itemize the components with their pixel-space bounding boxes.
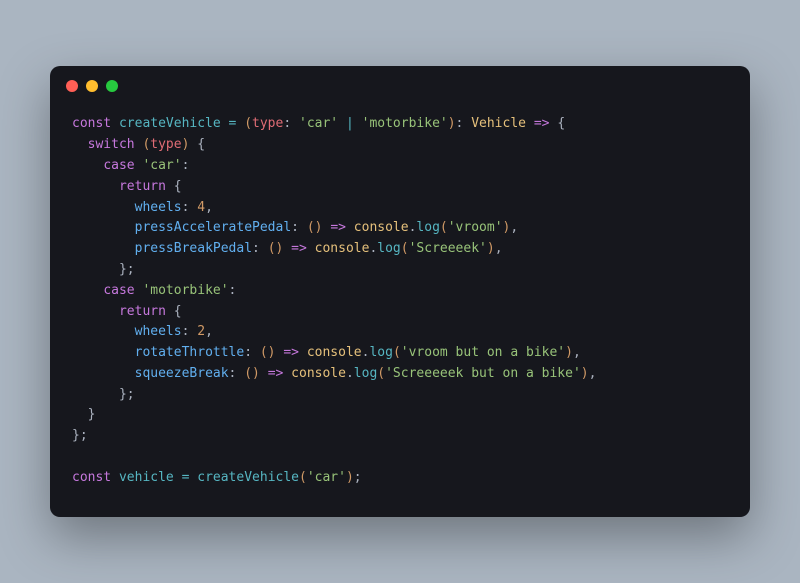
minimize-icon[interactable] xyxy=(86,80,98,92)
code-window: const createVehicle = (type: 'car' | 'mo… xyxy=(50,66,750,516)
function-call: createVehicle xyxy=(197,470,299,485)
colon: : xyxy=(182,200,190,215)
colon: : xyxy=(229,283,237,298)
brace: { xyxy=(174,304,182,319)
paren: () xyxy=(260,345,276,360)
comma: , xyxy=(205,324,213,339)
function-name: createVehicle xyxy=(119,116,221,131)
brace: }; xyxy=(119,262,135,277)
brace: { xyxy=(197,137,205,152)
colon: : xyxy=(252,241,260,256)
number-4: 4 xyxy=(197,200,205,215)
paren: ) xyxy=(581,366,589,381)
prop-wheels: wheels xyxy=(135,200,182,215)
maximize-icon[interactable] xyxy=(106,80,118,92)
arrow: => xyxy=(534,116,550,131)
colon: : xyxy=(244,345,252,360)
string-motorbike: 'motorbike' xyxy=(362,116,448,131)
paren: () xyxy=(244,366,260,381)
var-vehicle: vehicle xyxy=(119,470,174,485)
comma: , xyxy=(573,345,581,360)
console-obj: console xyxy=(291,366,346,381)
paren: ) xyxy=(565,345,573,360)
code-block: const createVehicle = (type: 'car' | 'mo… xyxy=(50,96,750,516)
string-vroom-bike: 'vroom but on a bike' xyxy=(401,345,565,360)
paren: () xyxy=(268,241,284,256)
brace: { xyxy=(174,179,182,194)
keyword-const: const xyxy=(72,116,111,131)
prop-break: pressBreakPedal xyxy=(135,241,252,256)
string-car: 'car' xyxy=(307,470,346,485)
arrow: => xyxy=(330,220,346,235)
colon: : xyxy=(283,116,291,131)
string-car: 'car' xyxy=(299,116,338,131)
arrow: => xyxy=(291,241,307,256)
op-equals: = xyxy=(229,116,237,131)
paren: ) xyxy=(487,241,495,256)
keyword-return: return xyxy=(119,304,166,319)
colon: : xyxy=(229,366,237,381)
prop-wheels: wheels xyxy=(135,324,182,339)
paren: ( xyxy=(244,116,252,131)
semicolon: ; xyxy=(354,470,362,485)
keyword-case: case xyxy=(103,283,134,298)
keyword-return: return xyxy=(119,179,166,194)
prop-squeeze: squeezeBreak xyxy=(135,366,229,381)
keyword-switch: switch xyxy=(88,137,135,152)
dot: . xyxy=(346,366,354,381)
type-vehicle: Vehicle xyxy=(471,116,526,131)
prop-accelerate: pressAcceleratePedal xyxy=(135,220,292,235)
close-icon[interactable] xyxy=(66,80,78,92)
log-method: log xyxy=(377,241,400,256)
paren: ( xyxy=(299,470,307,485)
arrow: => xyxy=(268,366,284,381)
paren: ) xyxy=(346,470,354,485)
paren: ( xyxy=(440,220,448,235)
comma: , xyxy=(589,366,597,381)
comma: , xyxy=(205,200,213,215)
string-screek-bike: 'Screeeeek but on a bike' xyxy=(385,366,581,381)
brace: } xyxy=(88,407,96,422)
brace: }; xyxy=(72,428,88,443)
comma: , xyxy=(510,220,518,235)
number-2: 2 xyxy=(197,324,205,339)
console-obj: console xyxy=(354,220,409,235)
console-obj: console xyxy=(307,345,362,360)
string-vroom: 'vroom' xyxy=(448,220,503,235)
param-type: type xyxy=(150,137,181,152)
paren: ) xyxy=(448,116,456,131)
colon: : xyxy=(182,158,190,173)
paren: ( xyxy=(377,366,385,381)
paren: ) xyxy=(182,137,190,152)
op-pipe: | xyxy=(346,116,354,131)
log-method: log xyxy=(416,220,439,235)
string-screek: 'Screeeek' xyxy=(409,241,487,256)
comma: , xyxy=(495,241,503,256)
paren: () xyxy=(307,220,323,235)
brace: { xyxy=(557,116,565,131)
colon: : xyxy=(456,116,464,131)
paren: ( xyxy=(401,241,409,256)
string-motorbike: 'motorbike' xyxy=(142,283,228,298)
string-car: 'car' xyxy=(142,158,181,173)
console-obj: console xyxy=(315,241,370,256)
window-titlebar xyxy=(50,66,750,96)
param-type: type xyxy=(252,116,283,131)
log-method: log xyxy=(369,345,392,360)
colon: : xyxy=(182,324,190,339)
keyword-const: const xyxy=(72,470,111,485)
paren: ( xyxy=(393,345,401,360)
op-equals: = xyxy=(182,470,190,485)
colon: : xyxy=(291,220,299,235)
arrow: => xyxy=(283,345,299,360)
brace: }; xyxy=(119,387,135,402)
prop-throttle: rotateThrottle xyxy=(135,345,245,360)
keyword-case: case xyxy=(103,158,134,173)
log-method: log xyxy=(354,366,377,381)
